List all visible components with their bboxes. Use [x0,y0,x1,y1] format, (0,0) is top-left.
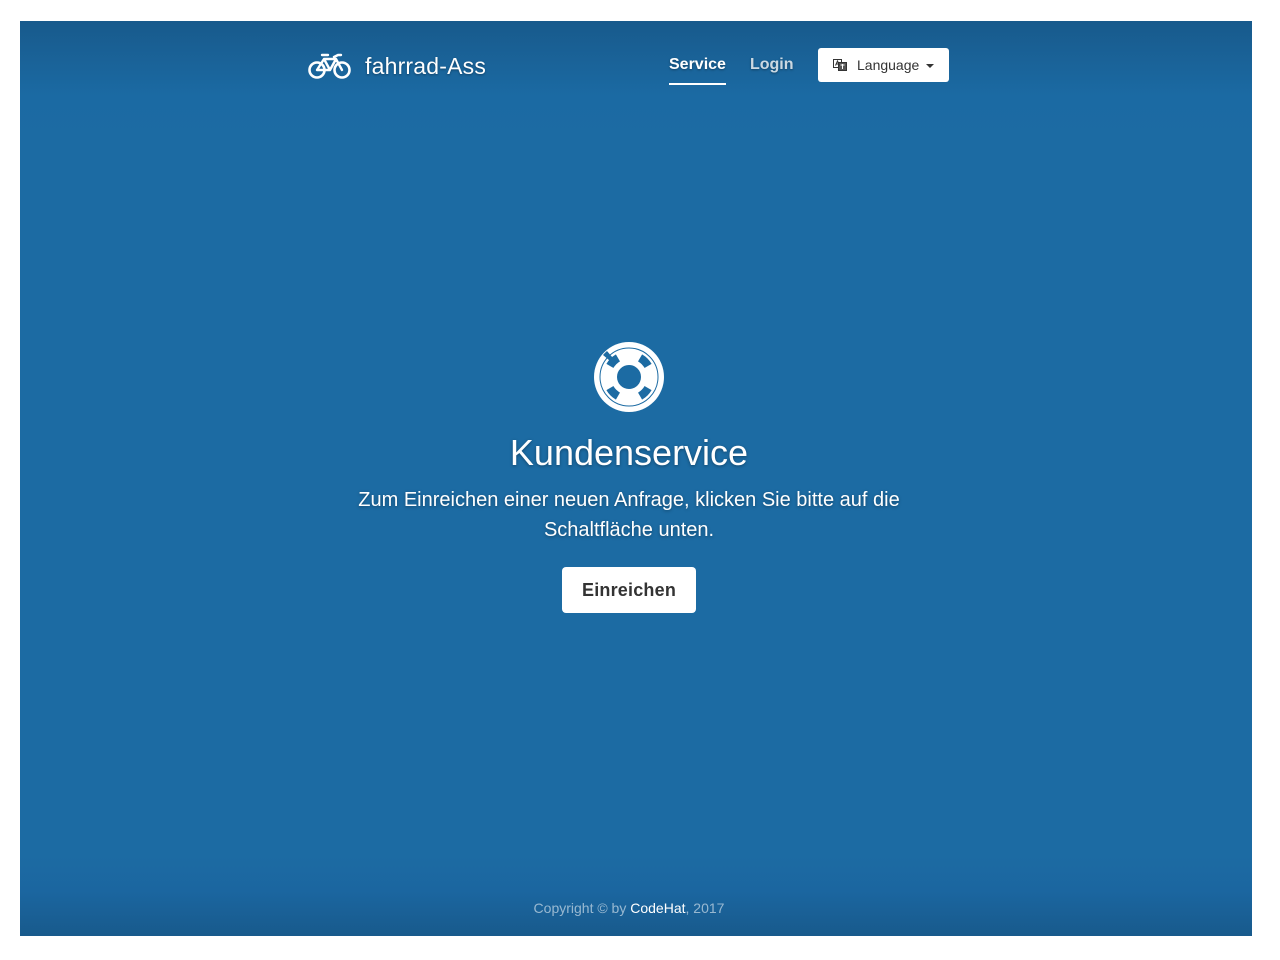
hero-section: Kundenservice Zum Einreichen einer neuen… [20,341,1238,613]
codehat-link[interactable]: CodeHat [630,900,685,916]
nav-item-service[interactable]: Service [669,51,726,85]
footer: Copyright © by CodeHat, 2017 [20,900,1238,916]
language-dropdown-button[interactable]: Language [818,48,949,82]
caret-down-icon [926,64,935,68]
brand[interactable]: fahrrad-Ass [308,49,486,83]
submit-button[interactable]: Einreichen [562,567,696,613]
main-nav: Service Login [669,51,817,85]
copyright-text: Copyright © by [533,900,631,916]
language-label: Language [857,57,920,73]
copyright-year: , 2017 [685,900,725,916]
language-icon [833,59,847,71]
page-title: Kundenservice [509,432,749,473]
page-frame: fahrrad-Ass Service Login Language Kunde… [20,21,1252,936]
hero-description: Zum Einreichen einer neuen Anfrage, klic… [358,489,900,541]
life-ring-icon [594,342,664,412]
brand-name: fahrrad-Ass [365,52,487,79]
nav-item-login[interactable]: Login [750,51,794,85]
bicycle-icon [308,53,351,79]
